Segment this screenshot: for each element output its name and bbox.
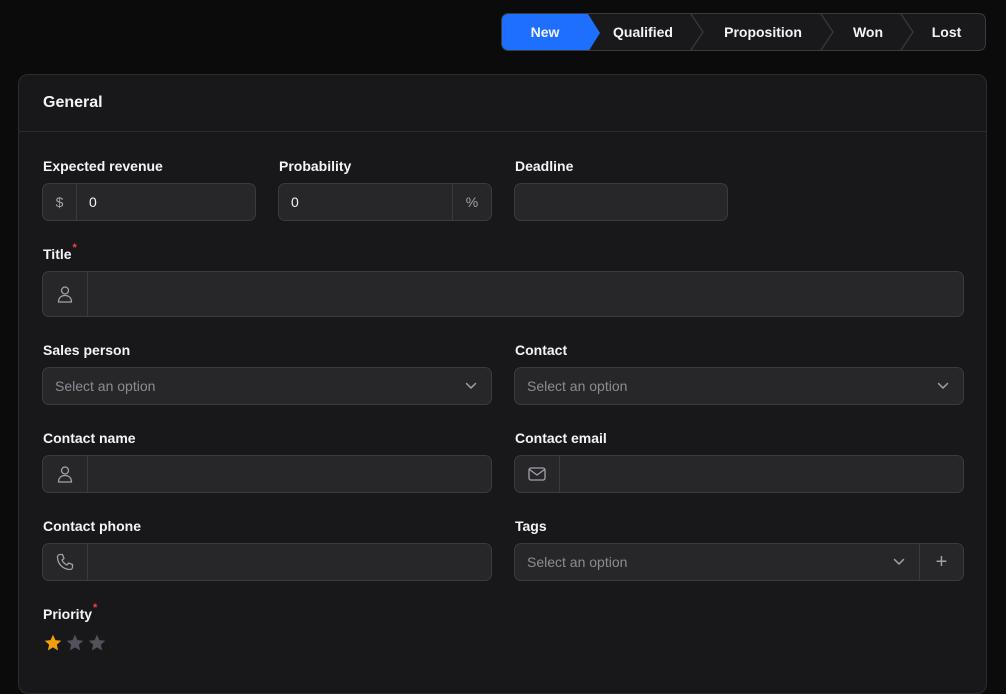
stage-lost-label: Lost [931,24,962,40]
required-mark: * [72,242,77,254]
tags-select[interactable]: Select an option [515,544,879,580]
deadline-input[interactable] [515,184,727,220]
stage-qualified[interactable]: Qualified [588,14,704,50]
add-tag-button[interactable]: + [919,544,963,580]
title-input[interactable] [88,272,963,316]
section-title: General [43,94,103,111]
expected-revenue-field[interactable]: $ 0 [42,183,256,221]
pipeline-status-bar: New Qualified Proposition Won Lost [501,13,986,51]
contact-label: Contact [515,342,568,358]
chevron-down-icon [923,368,963,404]
chevron-down-icon [451,368,491,404]
user-icon [43,272,88,316]
contact-select[interactable]: Select an option [514,367,964,405]
section-header: General [19,75,986,132]
contact-name-input[interactable] [88,456,491,492]
mail-icon [515,456,560,492]
contact-email-label: Contact email [515,430,607,446]
star-icon[interactable] [87,633,107,653]
expected-revenue-label: Expected revenue [43,158,163,174]
title-field[interactable] [42,271,964,317]
probability-input[interactable]: 0 [279,184,452,220]
star-icon[interactable] [43,633,63,653]
deadline-label: Deadline [515,158,574,174]
title-label: Title* [43,242,77,262]
priority-label-text: Priority [43,606,93,622]
sales-person-select[interactable]: Select an option [42,367,492,405]
contact-name-label: Contact name [43,430,136,446]
expected-revenue-input[interactable]: 0 [77,184,255,220]
star-icon[interactable] [65,633,85,653]
sales-person-label: Sales person [43,342,131,358]
stage-separator-icon [900,14,914,50]
contact-email-field[interactable] [514,455,964,493]
phone-icon [43,544,88,580]
user-icon [43,456,88,492]
stage-separator-icon [690,14,704,50]
contact-phone-label: Contact phone [43,518,141,534]
stage-won-label: Won [852,24,884,40]
contact-name-field[interactable] [42,455,492,493]
tags-select-group: Select an option + [514,543,964,581]
required-mark: * [93,602,98,614]
stage-separator-icon [820,14,834,50]
contact-phone-field[interactable] [42,543,492,581]
stage-won[interactable]: Won [828,14,914,50]
stage-proposition-label: Proposition [724,24,802,40]
currency-prefix: $ [43,184,77,220]
stage-new[interactable]: New [502,14,600,50]
priority-rating[interactable] [43,633,107,653]
general-section-card: General Expected revenue $ 0 Probability… [18,74,987,694]
tags-label: Tags [515,518,547,534]
contact-placeholder: Select an option [527,378,628,394]
probability-field[interactable]: 0 % [278,183,492,221]
contact-phone-input[interactable] [88,544,491,580]
stage-lost[interactable]: Lost [908,14,985,50]
title-label-text: Title [43,246,72,262]
chevron-down-icon[interactable] [879,544,919,580]
stage-proposition[interactable]: Proposition [698,14,834,50]
stage-new-label: New [530,24,560,40]
deadline-field[interactable] [514,183,728,221]
percent-suffix: % [452,184,491,220]
priority-label: Priority* [43,602,97,622]
stage-qualified-label: Qualified [613,24,673,40]
sales-person-placeholder: Select an option [55,378,156,394]
contact-email-input[interactable] [560,456,963,492]
probability-label: Probability [279,158,352,174]
